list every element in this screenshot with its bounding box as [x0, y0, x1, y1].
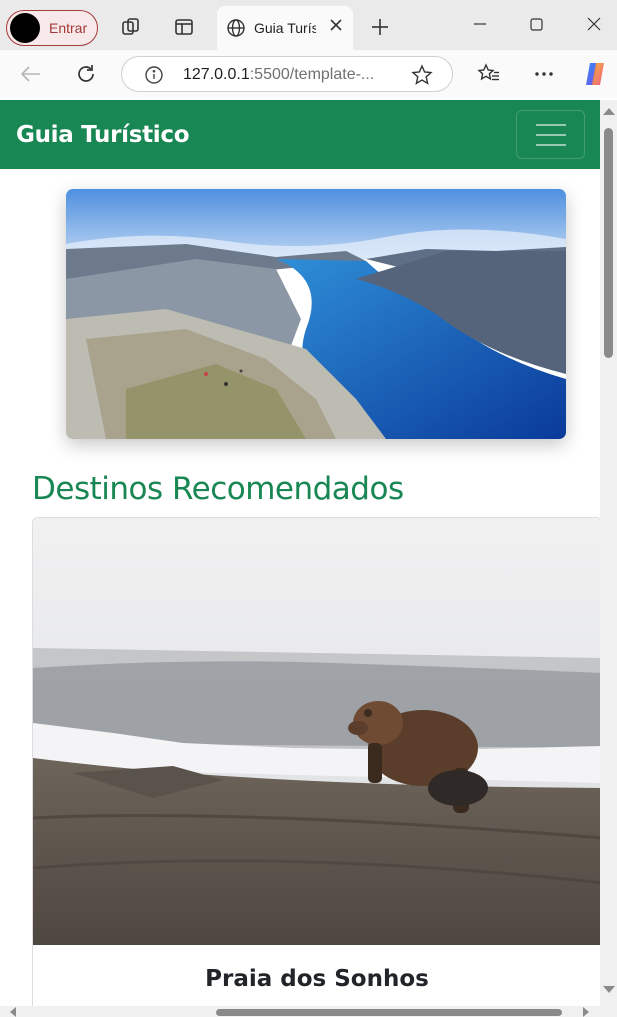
vertical-scroll-thumb[interactable]: [604, 128, 613, 358]
tab-bar: Entrar Guia Turístico: [0, 0, 617, 50]
card-image-bear: [33, 518, 601, 945]
card-title: Praia dos Sonhos: [205, 966, 429, 992]
url-text: 127.0.0.1:5500/template-...: [183, 66, 375, 83]
star-icon[interactable]: [411, 64, 433, 86]
scroll-left-icon[interactable]: [10, 1007, 16, 1017]
navbar: Guia Turístico: [0, 100, 600, 169]
profile-label: Entrar: [49, 20, 88, 36]
page-viewport: Guia Turístico Destinos Recomendados Pra…: [0, 98, 617, 1017]
tab-actions-icon[interactable]: [171, 14, 197, 40]
profile-button[interactable]: Entrar: [6, 10, 98, 46]
minimize-icon[interactable]: [460, 8, 500, 40]
tab-title: Guia Turístico: [254, 20, 316, 36]
section-title: Destinos Recomendados: [32, 471, 404, 507]
reload-icon[interactable]: [74, 62, 98, 86]
scroll-up-icon[interactable]: [603, 108, 615, 115]
new-tab-icon[interactable]: [368, 15, 392, 39]
more-icon[interactable]: [531, 62, 557, 86]
favorites-icon[interactable]: [476, 62, 502, 86]
navbar-brand[interactable]: Guia Turístico: [16, 122, 190, 148]
vertical-scrollbar[interactable]: [600, 100, 617, 1006]
tab-guia-turistico[interactable]: Guia Turístico: [217, 6, 353, 50]
horizontal-scroll-thumb[interactable]: [216, 1009, 562, 1016]
avatar: [10, 13, 40, 43]
navbar-toggler-button[interactable]: [516, 110, 585, 159]
info-icon[interactable]: [144, 65, 164, 85]
address-bar: 127.0.0.1:5500/template-...: [0, 50, 617, 98]
horizontal-scrollbar[interactable]: [0, 1006, 617, 1017]
hamburger-icon: [536, 124, 566, 126]
close-window-icon[interactable]: [574, 8, 614, 40]
maximize-icon[interactable]: [516, 8, 556, 40]
workspaces-icon[interactable]: [118, 14, 144, 40]
copilot-icon[interactable]: [581, 59, 611, 89]
hero-image-fjord: [66, 189, 566, 439]
destination-card[interactable]: Praia dos Sonhos: [32, 517, 602, 1017]
back-arrow-icon[interactable]: [18, 62, 44, 86]
url-field[interactable]: 127.0.0.1:5500/template-...: [121, 56, 453, 92]
scroll-right-icon[interactable]: [583, 1007, 589, 1017]
globe-icon: [226, 18, 246, 38]
scroll-down-icon[interactable]: [603, 986, 615, 993]
close-tab-icon[interactable]: [329, 18, 343, 37]
